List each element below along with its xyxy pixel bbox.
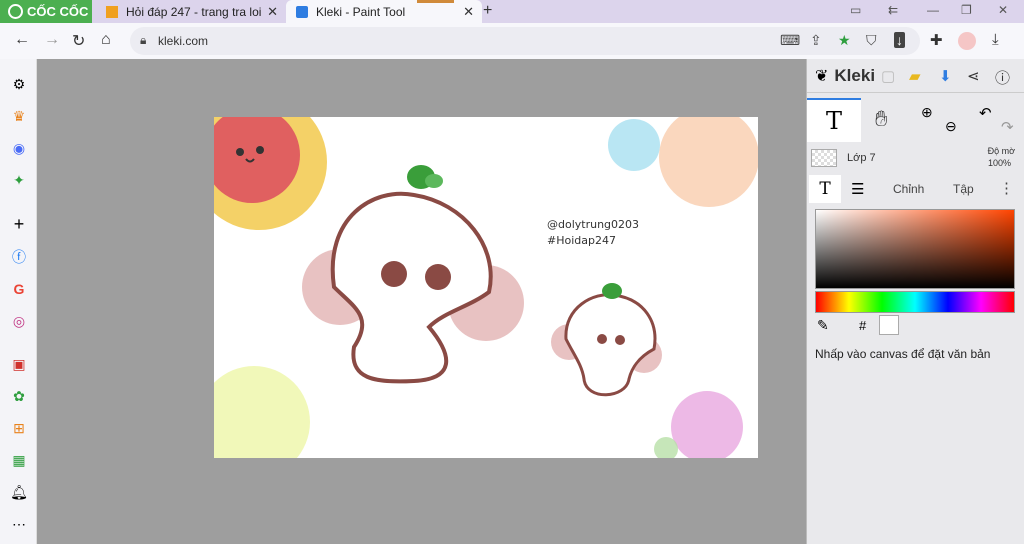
minimize-icon[interactable]: — [927,3,939,17]
canvas-text-block: @dolytrung0203 #Hoidap247 [547,217,639,249]
reload-icon[interactable]: ↻ [72,31,85,51]
settings-gear-icon[interactable]: ⚙ [10,75,28,93]
downloads-icon[interactable]: ⤓ [992,31,999,48]
color-tools-row: ✎ # [815,315,1015,337]
tab-file[interactable]: Tập [953,182,974,196]
profile-avatar[interactable] [958,32,976,50]
spreadsheet-icon[interactable]: ▦ [10,451,28,469]
coccoc-brand-button[interactable]: CỐC CỐC [0,0,92,23]
download-icon[interactable]: ⬇ [939,67,952,85]
layer-thumbnail [811,149,837,167]
navigation-bar: ← → ↻ ⌂ 🔒︎ kleki.com ⌨ ⇪ ★ ⛉ ↓ ✚ ⤓ [0,23,1024,59]
more-options-icon[interactable]: ⋯ [10,515,28,533]
primary-color-swatch[interactable] [879,315,899,335]
layer-row[interactable]: Lớp 7 Độ mờ 100% [807,145,1024,173]
undo-icon[interactable]: ↶ [979,104,992,122]
new-image-icon[interactable]: ▢ [881,67,895,85]
hoidap-favicon-icon [106,5,118,18]
tab-search-icon[interactable]: ▭ [850,3,861,17]
forward-arrow-icon[interactable]: → [44,31,60,49]
close-tab-icon[interactable]: ✕ [267,4,278,20]
google-icon[interactable]: G [10,280,28,298]
back-tab-icon[interactable]: ⇇ [888,3,898,17]
redo-icon[interactable]: ↷ [1001,118,1014,136]
map-pin-icon[interactable]: ✿ [10,387,28,405]
facebook-icon[interactable]: ⓕ [10,248,28,266]
share-icon[interactable]: ⇪ [810,32,822,49]
tab-text-settings[interactable]: T [809,175,841,203]
notification-bell-icon[interactable]: 🔔︎ [10,483,28,501]
url-text[interactable]: kleki.com [158,34,208,48]
coccoc-logo-icon [8,4,23,19]
canvas-artwork [214,117,758,458]
tab-strip: CỐC CỐC Hỏi đáp 247 - trang tra loi ✕ Kl… [0,0,1024,23]
lock-icon[interactable]: 🔒︎ [140,33,146,48]
extensions-puzzle-icon[interactable]: ✚ [930,31,943,49]
tab-accent-bar [417,0,454,3]
hue-slider[interactable] [815,291,1015,313]
cart-icon[interactable]: ⊞ [10,419,28,437]
close-window-icon[interactable]: ✕ [998,3,1008,17]
kleki-logo-text: Kleki [834,65,876,85]
zoom-out-icon[interactable]: ⊖ [945,118,957,135]
instagram-icon[interactable]: ◎ [10,312,28,330]
layer-opacity-value: 100% [987,158,1011,168]
close-tab-icon[interactable]: ✕ [463,4,474,20]
hand-tool-icon[interactable]: ✋︎ [875,106,888,132]
more-vertical-icon[interactable]: ⋮ [999,179,1014,197]
zoom-in-icon[interactable]: ⊕ [921,104,933,121]
kleki-tool-panel: ❦ Kleki ▢ ▰ ⬇ ⋖ ⓘ T ✋︎ ⊕ ⊖ ↶ ↷ Lớp 7 Độ … [806,59,1024,544]
tab-label: Hỏi đáp 247 - trang tra loi [126,4,262,19]
kleki-favicon-icon [296,5,308,18]
saturation-value-square[interactable] [815,209,1015,289]
crown-icon[interactable]: ♛ [10,107,28,125]
hex-input-button[interactable]: # [859,318,866,333]
brand-label: CỐC CỐC [27,4,89,19]
shield-icon[interactable]: ⛉ [866,32,877,49]
canvas-hashtag-text: #Hoidap247 [547,234,616,247]
kleki-logo-icon: ❦ [815,67,829,85]
share-icon[interactable]: ⋖ [967,67,980,85]
tool-bar: T ✋︎ ⊕ ⊖ ↶ ↷ [807,98,1024,142]
tab-hoidap247[interactable]: Hỏi đáp 247 - trang tra loi ✕ [96,0,286,23]
canvas-handle-text: @dolytrung0203 [547,218,640,231]
tab-label: Kleki - Paint Tool [316,4,406,19]
layer-name: Lớp 7 [847,152,876,164]
color-picker[interactable] [815,209,1015,313]
tab-kleki[interactable]: Kleki - Paint Tool ✕ [286,0,482,23]
browser-sidebar: ⚙ ♛ ◉ ✦ + ⓕ G ◎ ▣ ✿ ⊞ ▦ 🔔︎ ⋯ [0,59,37,544]
text-tool-hint: Nhấp vào canvas để đặt văn bản [815,347,991,361]
layers-icon[interactable]: ☰ [851,180,864,198]
add-sidebar-icon[interactable]: + [10,214,28,234]
eyedropper-icon[interactable]: ✎ [817,317,829,334]
text-tool-button[interactable]: T [807,98,861,142]
drawing-canvas[interactable]: @dolytrung0203 #Hoidap247 [214,117,758,458]
shopping-icon[interactable]: ▣ [10,355,28,373]
translate-icon[interactable]: ⌨ [780,32,800,49]
panel-tabs: T ☰ Chỉnh Tập ⋮ [807,175,1024,203]
new-tab-icon[interactable]: + [483,2,492,20]
game-controller-icon[interactable]: ✦ [10,171,28,189]
open-folder-icon[interactable]: ▰ [909,67,921,85]
download-media-icon[interactable]: ↓ [894,32,905,48]
kleki-workspace[interactable]: @dolytrung0203 #Hoidap247 [37,59,806,544]
home-icon[interactable]: ⌂ [101,31,111,49]
restore-icon[interactable]: ❐ [961,3,972,17]
address-bar[interactable]: 🔒︎ kleki.com ⌨ ⇪ ★ ⛉ ↓ [130,27,920,55]
tab-adjust[interactable]: Chỉnh [893,182,924,196]
help-icon[interactable]: ⓘ [995,67,1010,88]
bookmark-star-icon[interactable]: ★ [838,32,851,49]
layer-opacity-label: Độ mờ [987,146,1015,156]
back-arrow-icon[interactable]: ← [14,31,30,49]
messenger-icon[interactable]: ◉ [10,139,28,157]
